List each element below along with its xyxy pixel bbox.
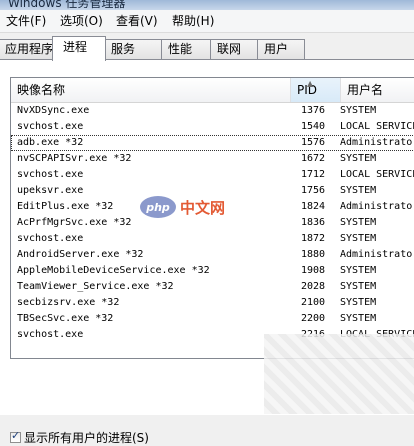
user-name-cell: SYSTEM — [340, 105, 377, 116]
user-name-cell: SYSTEM — [340, 153, 377, 164]
show-all-users-checkbox[interactable] — [10, 429, 21, 443]
process-list[interactable]: 映像名称 ▲ PID 用户名 NvXDSync.exe 1376 SYSTEM svc… — [10, 77, 414, 359]
show-all-users-label: 显示所有用户的进程(S) — [24, 430, 149, 445]
table-row[interactable]: svchost.exe 1540 LOCAL SERVICE — [11, 119, 414, 135]
process-name-cell: TBSecSvc.exe *32 — [17, 313, 114, 324]
process-name-cell: adb.exe *32 — [17, 137, 84, 148]
pid-cell: 1540 — [301, 121, 326, 132]
process-name-cell: svchost.exe — [17, 121, 84, 132]
column-header-pid[interactable]: ▲ PID — [291, 78, 341, 102]
table-row[interactable]: AppleMobileDeviceService.exe *32 1908 SYST… — [11, 263, 414, 279]
user-name-cell: Administrator — [340, 137, 414, 148]
user-name-cell: SYSTEM — [340, 185, 377, 196]
tab-processes[interactable]: 进程 — [52, 36, 106, 61]
table-row[interactable]: nvSCPAPISvr.exe *32 1672 SYSTEM — [11, 151, 414, 167]
table-row[interactable]: secbizsrv.exe *32 2100 SYSTEM — [11, 295, 414, 311]
menu-file[interactable]: 文件(F) — [2, 12, 50, 30]
list-header: 映像名称 ▲ PID 用户名 — [11, 78, 414, 103]
menu-options[interactable]: 选项(O) — [56, 12, 107, 30]
menu-help[interactable]: 帮助(H) — [168, 12, 218, 30]
process-name-cell: svchost.exe — [17, 233, 84, 244]
watermark-text: 中文网 — [180, 198, 226, 217]
sort-ascending-icon: ▲ — [307, 79, 314, 88]
column-header-user-name[interactable]: 用户名 — [341, 78, 414, 102]
process-name-cell: AndroidServer.exe *32 — [17, 249, 144, 260]
user-name-cell: LOCAL SERVICE — [340, 169, 414, 180]
table-row[interactable]: svchost.exe 1872 SYSTEM — [11, 231, 414, 247]
user-name-cell: Administrator — [340, 249, 414, 260]
user-name-cell: SYSTEM — [340, 265, 377, 276]
user-name-cell: SYSTEM — [340, 217, 377, 228]
user-name-cell: Administrator — [340, 201, 414, 212]
user-name-cell: LOCAL SERVICE — [340, 121, 414, 132]
pid-cell: 2100 — [301, 297, 326, 308]
column-header-image-name[interactable]: 映像名称 — [11, 78, 291, 102]
process-name-cell: svchost.exe — [17, 329, 84, 340]
pid-cell: 1880 — [301, 249, 326, 260]
process-name-cell: TeamViewer_Service.exe *32 — [17, 281, 174, 292]
tab-users[interactable]: 用户 — [257, 39, 305, 59]
pid-cell: 1712 — [301, 169, 326, 180]
tab-services[interactable]: 服务 — [104, 39, 162, 59]
watermark: php 中文网 — [140, 196, 225, 218]
process-name-cell: svchost.exe — [17, 169, 84, 180]
pid-cell: 2028 — [301, 281, 326, 292]
tab-applications[interactable]: 应用程序 — [0, 39, 54, 59]
php-logo-icon: php — [140, 196, 176, 218]
table-row[interactable]: AndroidServer.exe *32 1880 Administrator — [11, 247, 414, 263]
window-title: Windows 任务管理器 — [8, 0, 126, 10]
tab-strip: 应用程序 进程 服务 性能 联网 用户 — [0, 34, 414, 61]
user-name-cell: SYSTEM — [340, 281, 377, 292]
window-titlebar: Windows 任务管理器 — [0, 0, 414, 10]
process-name-cell: NvXDSync.exe — [17, 105, 90, 116]
user-name-cell: SYSTEM — [340, 313, 377, 324]
show-all-users-option[interactable]: 显示所有用户的进程(S) — [10, 429, 149, 445]
tab-performance[interactable]: 性能 — [161, 39, 211, 59]
pid-cell: 2200 — [301, 313, 326, 324]
table-row[interactable]: adb.exe *32 1576 Administrator — [11, 135, 414, 151]
user-name-cell: SYSTEM — [340, 297, 377, 308]
blurred-area — [264, 334, 414, 414]
pid-cell: 1872 — [301, 233, 326, 244]
pid-cell: 1908 — [301, 265, 326, 276]
pid-cell: 1756 — [301, 185, 326, 196]
process-name-cell: AppleMobileDeviceService.exe *32 — [17, 265, 210, 276]
pid-cell: 1576 — [301, 137, 326, 148]
pid-cell: 1836 — [301, 217, 326, 228]
process-name-cell: secbizsrv.exe *32 — [17, 297, 120, 308]
process-name-cell: nvSCPAPISvr.exe *32 — [17, 153, 132, 164]
table-row[interactable]: TBSecSvc.exe *32 2200 SYSTEM — [11, 311, 414, 327]
table-row[interactable]: TeamViewer_Service.exe *32 2028 SYSTEM — [11, 279, 414, 295]
tab-networking[interactable]: 联网 — [210, 39, 258, 59]
pid-cell: 1824 — [301, 201, 326, 212]
user-name-cell: SYSTEM — [340, 233, 377, 244]
menu-view[interactable]: 查看(V) — [112, 12, 162, 30]
pid-cell: 1376 — [301, 105, 326, 116]
pid-cell: 1672 — [301, 153, 326, 164]
menu-bar: 文件(F) 选项(O) 查看(V) 帮助(H) — [0, 10, 414, 33]
table-row[interactable]: NvXDSync.exe 1376 SYSTEM — [11, 103, 414, 119]
table-row[interactable]: svchost.exe 1712 LOCAL SERVICE — [11, 167, 414, 183]
